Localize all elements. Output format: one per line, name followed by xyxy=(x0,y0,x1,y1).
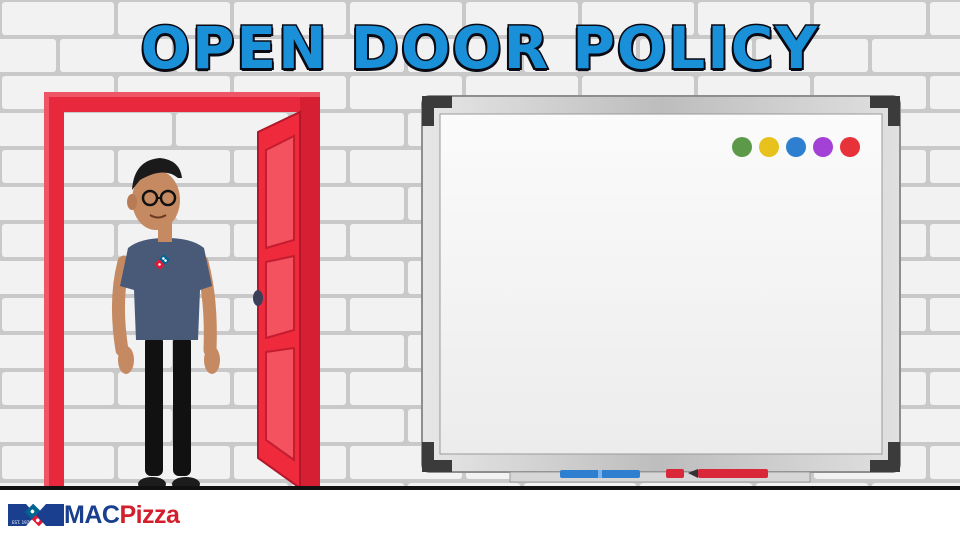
brand-emblem-icon: EST. 1978 xyxy=(8,504,64,526)
brand-logo[interactable]: EST. 1978 MACPizza xyxy=(8,501,180,529)
blue-marker-icon[interactable] xyxy=(560,470,640,478)
brand-badge-text: EST. 1978 xyxy=(12,520,32,525)
brand-name-part1: MAC xyxy=(64,501,120,529)
green-magnet-icon[interactable] xyxy=(732,137,752,157)
brand-name: MACPizza xyxy=(64,501,180,529)
brand-name-part2: Pizza xyxy=(119,501,180,529)
open-door[interactable] xyxy=(253,110,301,490)
red-magnet-icon[interactable] xyxy=(840,137,860,157)
blue-magnet-icon[interactable] xyxy=(786,137,806,157)
yellow-magnet-icon[interactable] xyxy=(759,137,779,157)
door-knob[interactable] xyxy=(253,290,263,306)
red-marker-icon[interactable] xyxy=(666,469,768,478)
purple-magnet-icon[interactable] xyxy=(813,137,833,157)
page-title: OPEN DOOR POLICY xyxy=(139,13,820,84)
